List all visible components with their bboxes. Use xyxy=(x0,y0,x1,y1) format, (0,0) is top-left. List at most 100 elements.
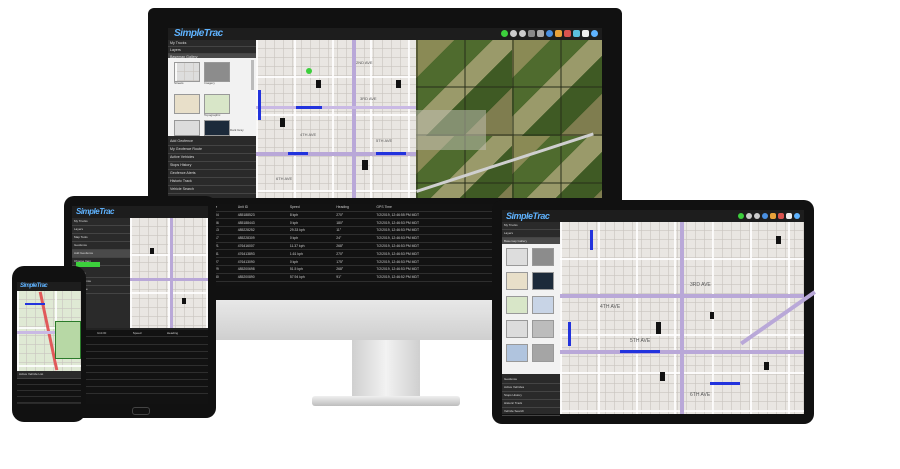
geofence-marker[interactable] xyxy=(306,68,312,74)
column-header[interactable]: Speed xyxy=(289,204,335,211)
settings-icon[interactable] xyxy=(794,213,800,219)
column-header[interactable]: Unit ID xyxy=(237,204,289,211)
menu-icon[interactable] xyxy=(786,213,792,219)
sidebar-item[interactable]: Historic Track xyxy=(502,400,560,408)
basemap-thumb[interactable] xyxy=(506,320,528,338)
column-header[interactable]: Speed xyxy=(132,330,166,337)
vehicle-marker[interactable] xyxy=(396,80,401,88)
bookmark-icon[interactable] xyxy=(573,30,580,37)
basemap-thumb[interactable] xyxy=(532,272,554,290)
sidebar-item[interactable]: Vehicle Search xyxy=(168,186,256,194)
basemap-thumb[interactable] xyxy=(532,296,554,314)
sidebar-item[interactable]: Geofence xyxy=(502,376,560,384)
globe-icon[interactable] xyxy=(762,213,768,219)
sidebar-item[interactable]: My Trucks xyxy=(168,40,256,47)
basemap-thumb[interactable] xyxy=(174,120,200,136)
vehicle-marker[interactable] xyxy=(656,322,661,334)
zoom-in-icon[interactable] xyxy=(746,213,752,219)
column-header[interactable]: Unit ID xyxy=(96,330,132,337)
sidebar-item[interactable]: Geofence xyxy=(72,242,130,250)
column-header[interactable]: Heading xyxy=(335,204,375,211)
basemap-thumb[interactable] xyxy=(532,248,554,266)
column-header[interactable]: GPS Time xyxy=(375,204,497,211)
sidebar-item[interactable]: My Geofence Route xyxy=(168,146,256,154)
basemap-thumb[interactable] xyxy=(506,296,528,314)
map-streets[interactable]: 2ND AVE 3RD AVE 4TH AVE 5TH AVE 6TH AVE xyxy=(256,40,416,198)
chart-icon[interactable] xyxy=(770,213,776,219)
phone-screen: SimpleTrac Active Vehicle List xyxy=(17,282,81,404)
basemap-thumb[interactable] xyxy=(204,94,230,114)
column-header[interactable]: Heading xyxy=(166,330,208,337)
sidebar-item[interactable]: Layers xyxy=(168,47,256,54)
sidebar-item[interactable]: Active Vehicles xyxy=(168,154,256,162)
vehicle-marker[interactable] xyxy=(150,248,154,254)
desktop-screen: SimpleTrac My Trucks Layers Basemap Gall… xyxy=(168,28,602,198)
sidebar-item[interactable]: Stops History xyxy=(502,392,560,400)
print-icon[interactable] xyxy=(537,30,544,37)
basemap-thumb[interactable] xyxy=(506,248,528,266)
app-logo[interactable]: SimpleTrac xyxy=(76,206,114,218)
basemap-thumb[interactable] xyxy=(506,272,528,290)
vehicle-track xyxy=(288,152,308,155)
sidebar-item[interactable]: Active Vehicles xyxy=(502,384,560,392)
phone: SimpleTrac Active Vehicle List xyxy=(12,266,86,422)
sidebar-item[interactable]: Historic Track xyxy=(168,178,256,186)
sidebar-item[interactable]: Layers xyxy=(72,226,130,234)
sidebar-item[interactable]: Geofence Alerts xyxy=(168,170,256,178)
vehicle-marker[interactable] xyxy=(316,80,321,88)
sidebar-item[interactable]: Vehicle Search xyxy=(502,408,560,416)
table-cell: 485228252 xyxy=(237,228,255,233)
layers-icon[interactable] xyxy=(564,30,571,37)
basemap-thumb[interactable] xyxy=(174,62,200,82)
vehicle-marker[interactable] xyxy=(280,118,285,127)
table-cell: 175° xyxy=(336,259,344,264)
home-button[interactable] xyxy=(132,407,150,415)
sidebar-item[interactable]: Map Tools xyxy=(72,234,130,242)
panel-title[interactable]: Active Vehicle List xyxy=(17,371,81,379)
zoom-out-icon[interactable] xyxy=(754,213,760,219)
street-label: 5TH AVE xyxy=(630,338,651,344)
layers-icon[interactable] xyxy=(778,213,784,219)
map-streets[interactable]: 3RD AVE 4TH AVE 5TH AVE 6TH AVE xyxy=(560,222,817,414)
sidebar-item[interactable]: Stops History xyxy=(168,162,256,170)
settings-icon[interactable] xyxy=(591,30,598,37)
zoom-out-icon[interactable] xyxy=(519,30,526,37)
street-label: 4TH AVE xyxy=(300,132,317,137)
basemap-thumb[interactable] xyxy=(532,344,554,362)
zoom-in-icon[interactable] xyxy=(510,30,517,37)
vehicle-table: Title Unit ID Speed Heading xyxy=(72,330,208,337)
vehicle-marker[interactable] xyxy=(764,362,769,370)
basemap-thumb[interactable] xyxy=(532,320,554,338)
grid-icon[interactable] xyxy=(528,30,535,37)
map-streets[interactable] xyxy=(130,218,208,328)
sidebar-item[interactable]: My Trucks xyxy=(502,222,560,230)
app-logo[interactable]: SimpleTrac xyxy=(20,282,48,291)
vehicle-marker[interactable] xyxy=(776,236,781,244)
table-cell: 7/2/2019, 12:46:53 PM MDT xyxy=(376,220,420,225)
selected-item-highlight[interactable] xyxy=(76,262,100,267)
sidebar-item[interactable]: Add Geofence xyxy=(168,138,256,146)
map-streets[interactable] xyxy=(17,291,81,371)
chart-icon[interactable] xyxy=(555,30,562,37)
table-cell: 7/2/2019, 12:46:53 PM MDT xyxy=(376,259,420,264)
basemap-thumb[interactable] xyxy=(204,120,230,136)
sidebar-item[interactable]: Add Geofence xyxy=(72,250,130,258)
vehicle-marker[interactable] xyxy=(182,298,186,304)
check-icon[interactable] xyxy=(501,30,508,37)
check-icon[interactable] xyxy=(738,213,744,219)
map-imagery[interactable] xyxy=(416,40,602,198)
globe-icon[interactable] xyxy=(546,30,553,37)
menu-icon[interactable] xyxy=(582,30,589,37)
sidebar-item[interactable]: My Trucks xyxy=(72,218,130,226)
vehicle-marker[interactable] xyxy=(660,372,665,381)
sidebar-item[interactable]: Layers xyxy=(502,230,560,238)
basemap-thumb[interactable] xyxy=(174,94,200,114)
table-cell: 7/2/2019, 12:46:53 PM MDT xyxy=(376,251,420,256)
vehicle-marker[interactable] xyxy=(710,312,714,319)
basemap-thumb[interactable] xyxy=(506,344,528,362)
vehicle-marker[interactable] xyxy=(362,160,368,170)
app-logo[interactable]: SimpleTrac xyxy=(506,210,550,222)
app-logo[interactable]: SimpleTrac xyxy=(174,28,223,40)
basemap-thumb[interactable] xyxy=(204,62,230,82)
gallery-scrollbar[interactable] xyxy=(251,60,254,90)
